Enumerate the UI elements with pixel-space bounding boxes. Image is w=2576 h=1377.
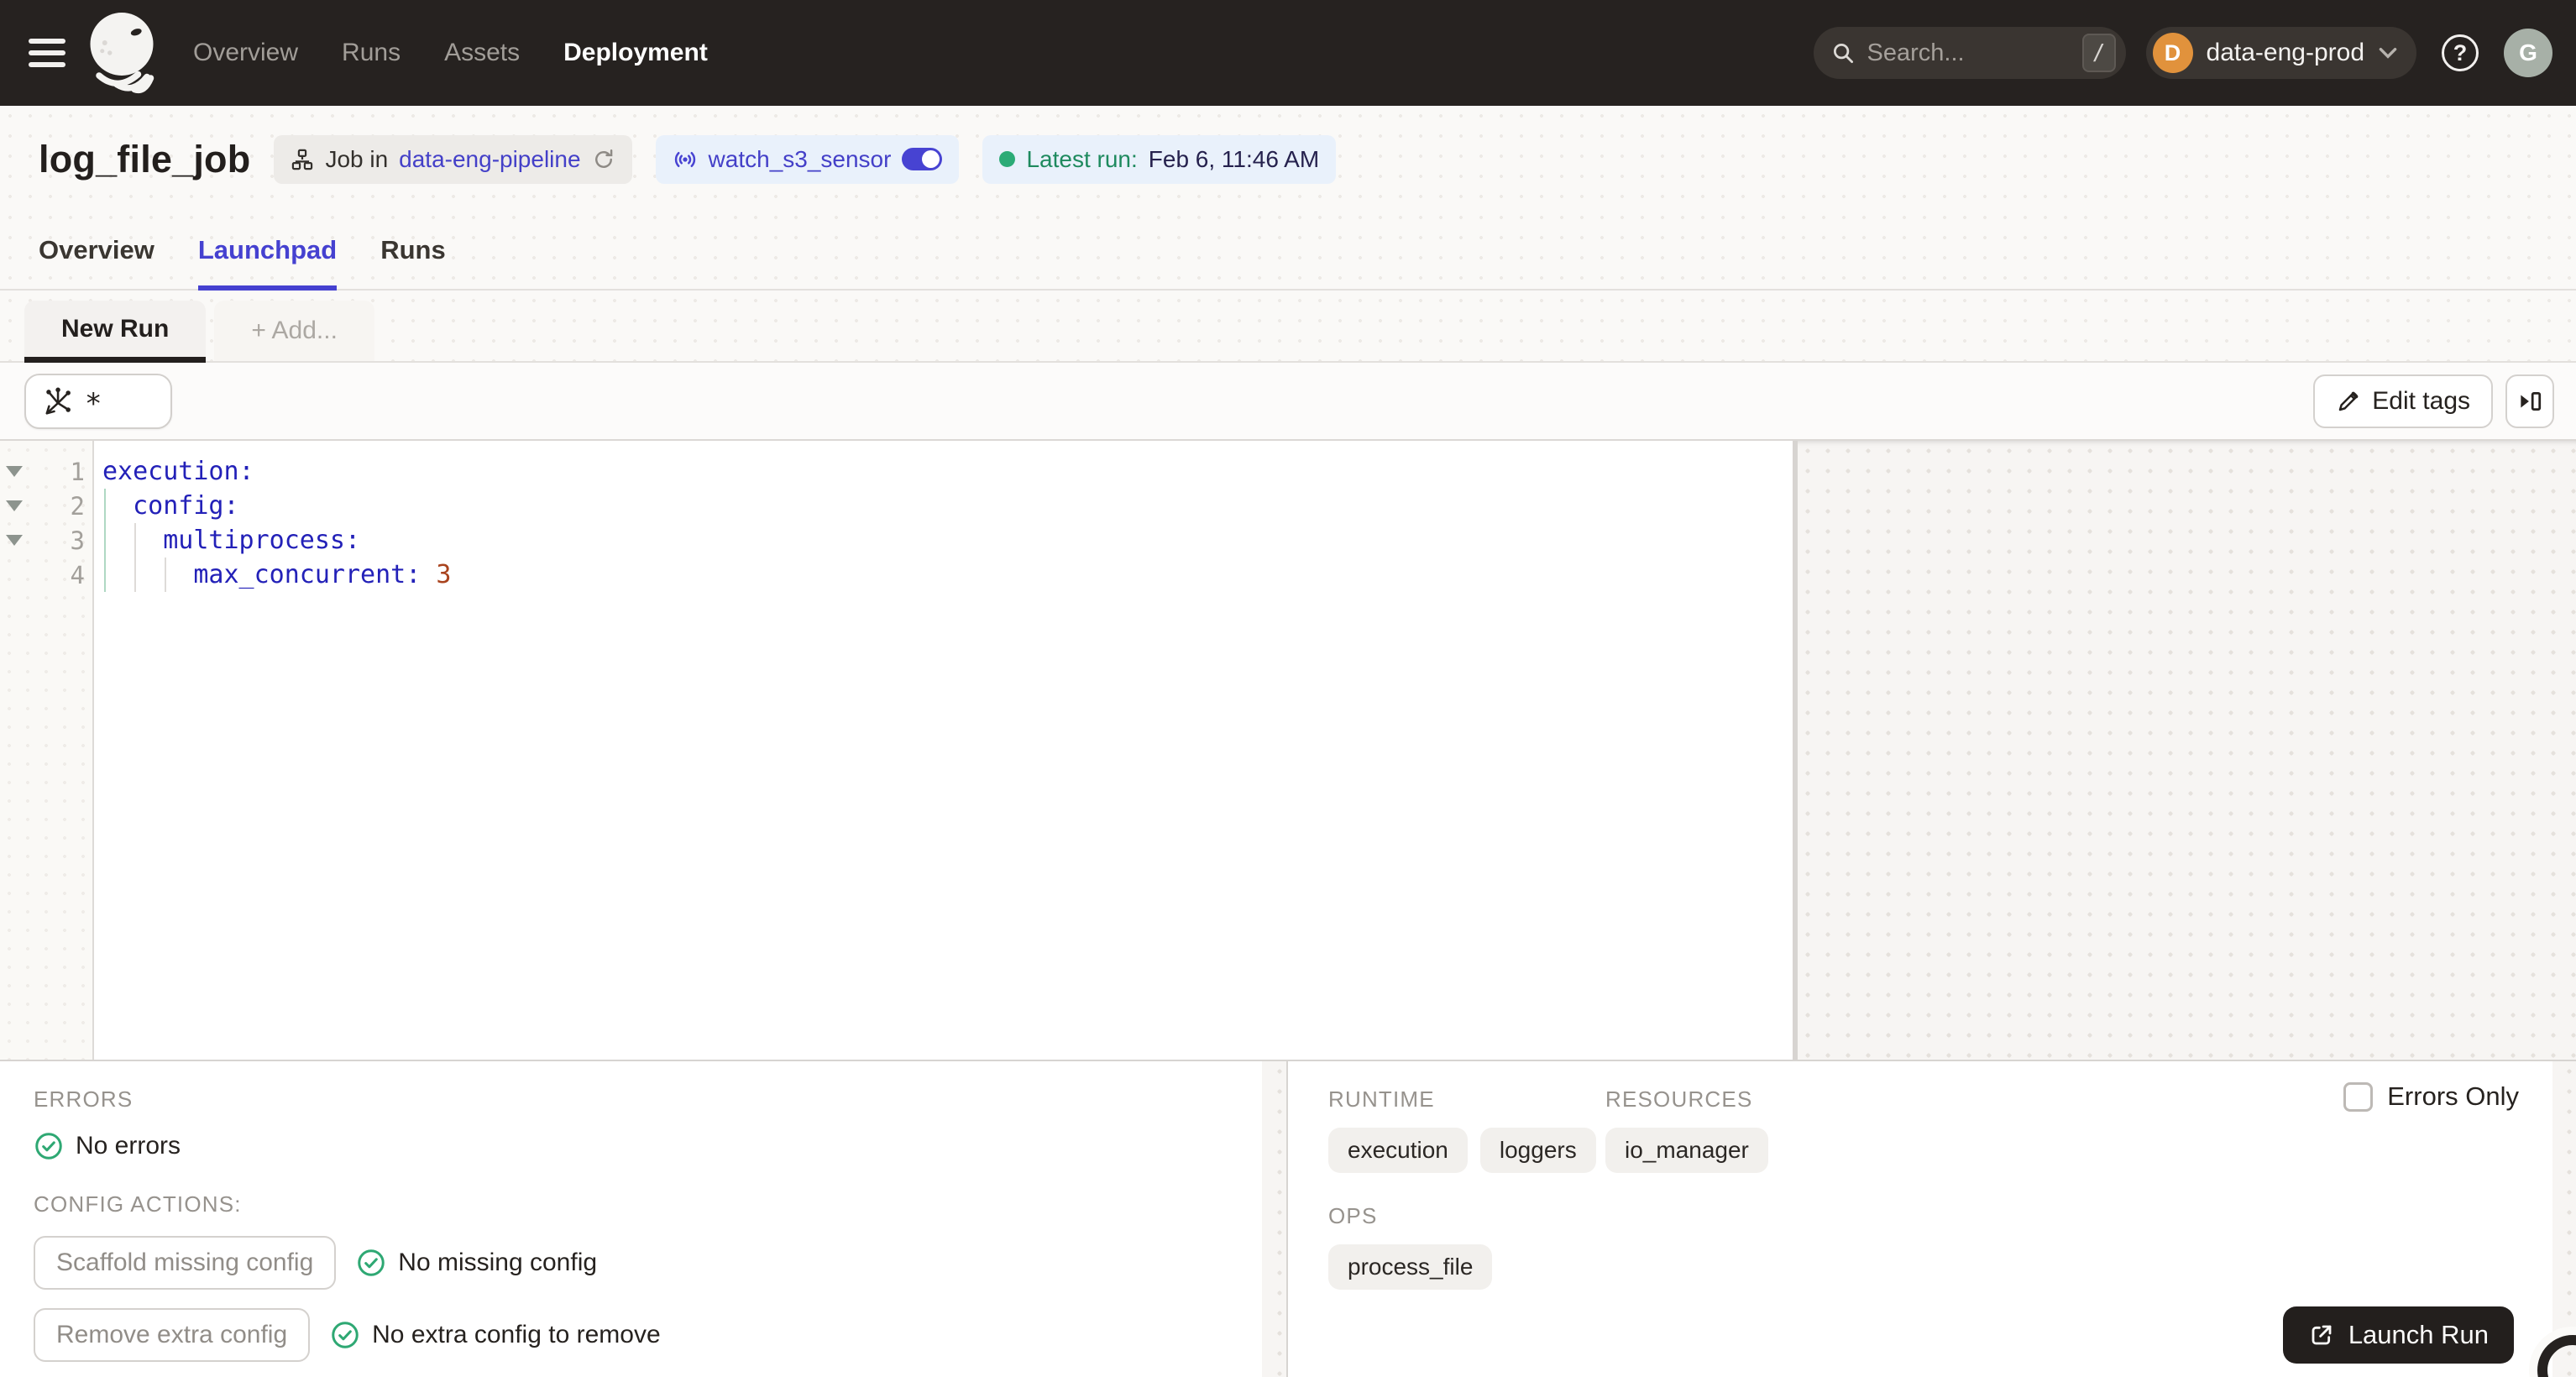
tab-overview[interactable]: Overview <box>39 207 154 291</box>
config-actions-label: CONFIG ACTIONS: <box>34 1191 242 1217</box>
job-graph-icon <box>291 148 314 171</box>
op-selector-value: * <box>85 386 102 421</box>
run-status-dot <box>999 151 1016 167</box>
errors-only-label: Errors Only <box>2387 1081 2519 1111</box>
expand-panel-button[interactable] <box>2505 374 2554 428</box>
resources-label: RESOURCES <box>1605 1086 1753 1112</box>
deployment-switcher[interactable]: D data-eng-prod <box>2145 27 2416 79</box>
errors-only-checkbox[interactable] <box>2343 1081 2374 1112</box>
user-avatar[interactable]: G <box>2504 29 2552 77</box>
fold-arrow-icon[interactable] <box>0 466 39 477</box>
config-editor-pane: 1 2 3 4 execution: config: multiprocess:… <box>0 441 1798 1060</box>
runtime-label: RUNTIME <box>1328 1086 1435 1112</box>
no-errors-status: No errors <box>34 1131 1228 1161</box>
remove-extra-config-button[interactable]: Remove extra config <box>34 1308 311 1362</box>
bottom-section: ERRORS No errors CONFIG ACTIONS: Scaffol… <box>0 1060 2576 1377</box>
tab-runs[interactable]: Runs <box>380 207 446 291</box>
no-missing-config-status: No missing config <box>356 1248 597 1278</box>
config-tab-add[interactable]: + Add... <box>214 301 374 361</box>
editor-right-panel <box>1798 441 2576 1060</box>
resources-tag[interactable]: io_manager <box>1605 1128 1768 1173</box>
ops-label: OPS <box>1328 1203 1378 1228</box>
bottom-right-margin <box>2552 1061 2576 1377</box>
editor-gutter: 1 2 3 4 <box>0 441 94 1060</box>
pencil-icon <box>2336 389 2361 414</box>
deployment-avatar: D <box>2152 33 2193 73</box>
code-line: multiprocess: <box>102 526 361 555</box>
launchpad-toolbar: * Edit tags <box>0 363 2576 441</box>
sensor-link[interactable]: watch_s3_sensor <box>709 146 892 173</box>
run-preview-panel: RUNTIME execution loggers RESOURCES io_m… <box>1286 1061 2552 1377</box>
job-tabs: Overview Launchpad Runs <box>0 207 2576 291</box>
top-navbar: Overview Runs Assets Deployment / D data… <box>0 0 2576 106</box>
dagster-logo-icon[interactable] <box>84 6 165 100</box>
errors-only-control: Errors Only <box>2343 1081 2519 1112</box>
panel-splitter <box>1262 1061 1286 1377</box>
refresh-icon[interactable] <box>592 148 615 171</box>
search-input[interactable] <box>1867 39 2082 67</box>
line-number: 2 <box>70 491 85 521</box>
op-selector-input[interactable]: * <box>24 373 172 429</box>
nav-deployment[interactable]: Deployment <box>563 39 708 67</box>
latest-run-badge[interactable]: Latest run: Feb 6, 11:46 AM <box>982 134 1337 184</box>
line-number: 1 <box>70 457 85 486</box>
expand-panel-icon <box>2516 388 2543 415</box>
line-number: 4 <box>70 560 85 589</box>
menu-icon[interactable] <box>29 39 65 67</box>
check-circle-icon <box>34 1131 64 1161</box>
op-selector-icon <box>41 385 73 417</box>
errors-label: ERRORS <box>34 1086 134 1112</box>
sensor-icon <box>673 147 698 172</box>
latest-run-value: Feb 6, 11:46 AM <box>1148 145 1320 172</box>
line-number: 3 <box>70 526 85 555</box>
fold-arrow-icon[interactable] <box>0 535 39 546</box>
launchpad-tab-strip: New Run + Add... <box>0 291 2576 363</box>
nav-runs[interactable]: Runs <box>342 39 401 67</box>
check-circle-icon <box>356 1248 386 1278</box>
no-extra-config-status: No extra config to remove <box>330 1320 661 1350</box>
check-circle-icon <box>330 1320 360 1350</box>
code-line: execution: <box>102 457 254 486</box>
errors-panel: ERRORS No errors CONFIG ACTIONS: Scaffol… <box>0 1061 1262 1377</box>
sensor-toggle[interactable] <box>902 148 943 170</box>
launch-icon <box>2308 1322 2335 1348</box>
scaffold-missing-config-button[interactable]: Scaffold missing config <box>34 1236 337 1290</box>
edit-tags-label: Edit tags <box>2372 386 2470 415</box>
deployment-name: data-eng-prod <box>2206 39 2364 66</box>
code-line: config: <box>102 491 239 521</box>
search-shortcut-badge: / <box>2081 34 2116 72</box>
job-badge-prefix: Job in <box>325 145 389 172</box>
ops-tag[interactable]: process_file <box>1328 1244 1493 1290</box>
config-tab-new-run[interactable]: New Run <box>24 301 207 363</box>
page-title: log_file_job <box>39 137 251 181</box>
primary-nav: Overview Runs Assets Deployment <box>193 39 708 67</box>
config-editor[interactable]: execution: config: multiprocess: max_con… <box>94 441 1793 1060</box>
runtime-tag[interactable]: loggers <box>1479 1128 1596 1173</box>
runtime-tag[interactable]: execution <box>1328 1128 1468 1173</box>
code-line: max_concurrent: 3 <box>102 560 452 589</box>
search-icon <box>1830 40 1856 65</box>
job-badge: Job in data-eng-pipeline <box>274 134 632 184</box>
nav-overview[interactable]: Overview <box>193 39 298 67</box>
launch-run-button[interactable]: Launch Run <box>2282 1306 2514 1364</box>
tab-launchpad[interactable]: Launchpad <box>197 207 338 291</box>
latest-run-label: Latest run: <box>1026 145 1138 172</box>
launchpad-main: 1 2 3 4 execution: config: multiprocess:… <box>0 441 2576 1060</box>
page-header: log_file_job Job in data-eng-pipeline wa… <box>0 106 2576 207</box>
nav-assets[interactable]: Assets <box>444 39 520 67</box>
edit-tags-button[interactable]: Edit tags <box>2313 374 2493 428</box>
help-icon[interactable]: ? <box>2442 33 2482 73</box>
search-input-wrapper[interactable]: / <box>1813 27 2126 79</box>
fold-arrow-icon[interactable] <box>0 500 39 511</box>
chevron-down-icon <box>2378 46 2398 60</box>
sensor-badge: watch_s3_sensor <box>655 134 960 184</box>
job-pipeline-link[interactable]: data-eng-pipeline <box>399 146 580 173</box>
